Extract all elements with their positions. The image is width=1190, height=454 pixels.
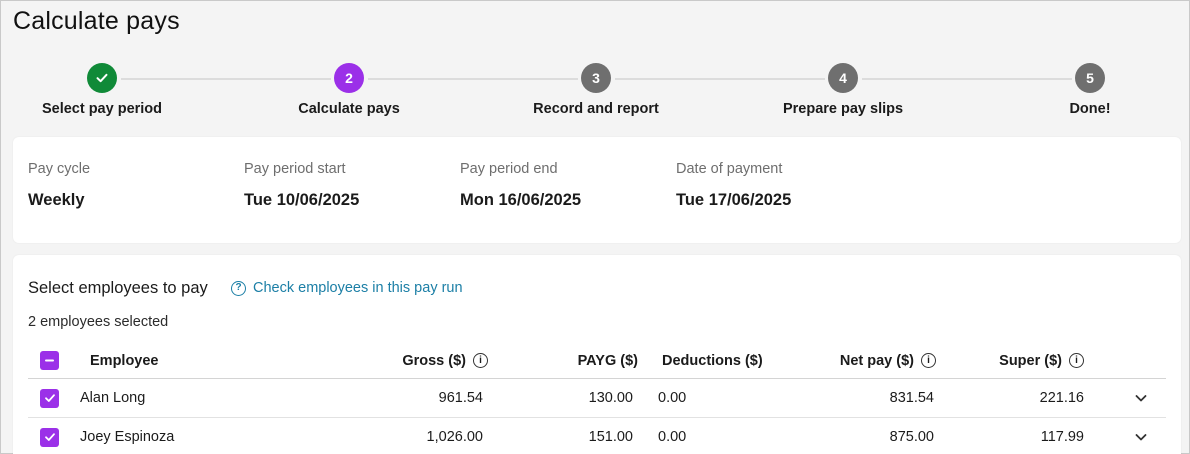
pay-period-end-value: Mon 16/06/2025 xyxy=(460,191,582,209)
employee-name: Alan Long xyxy=(80,390,146,406)
payg-value: 130.00 xyxy=(588,390,633,406)
super-value: 221.16 xyxy=(1039,390,1084,406)
info-icon[interactable]: i xyxy=(473,353,488,368)
step-number: 5 xyxy=(1075,63,1105,93)
expand-row-button[interactable] xyxy=(1134,379,1148,417)
step-label: Select pay period xyxy=(41,101,163,117)
check-icon xyxy=(96,73,108,83)
table-header-row: Employee Gross ($) i PAYG ($) Deductions… xyxy=(28,343,1166,379)
chevron-down-icon xyxy=(1135,434,1147,441)
step-number: 3 xyxy=(581,63,611,93)
step-complete-indicator xyxy=(87,63,117,93)
check-employees-link-text: Check employees in this pay run xyxy=(253,280,463,296)
pay-period-end: Pay period end Mon 16/06/2025 xyxy=(460,161,581,210)
deductions-value: 0.00 xyxy=(658,390,687,406)
gross-value: 961.54 xyxy=(438,390,483,406)
column-header-net-pay-label: Net pay ($) xyxy=(839,352,914,369)
column-header-gross-label: Gross ($) xyxy=(402,352,466,369)
pay-cycle-value: Weekly xyxy=(28,191,85,209)
deductions-value: 0.00 xyxy=(658,429,687,445)
employees-table: Employee Gross ($) i PAYG ($) Deductions… xyxy=(28,343,1166,454)
step-label: Record and report xyxy=(533,101,659,117)
chevron-down-icon xyxy=(1135,395,1147,402)
pay-period-start-label: Pay period start xyxy=(244,161,346,177)
pay-cycle-label: Pay cycle xyxy=(28,161,91,177)
column-header-employee[interactable]: Employee xyxy=(90,343,159,378)
employees-card: Select employees to pay ? Check employee… xyxy=(13,255,1181,454)
step-number: 2 xyxy=(334,63,364,93)
pay-period-card: Pay cycle Weekly Pay period start Tue 10… xyxy=(13,137,1181,243)
column-header-net-pay[interactable]: Net pay ($) i xyxy=(788,343,936,378)
date-of-payment-value: Tue 17/06/2025 xyxy=(676,191,792,209)
page-title: Calculate pays xyxy=(13,7,180,35)
step-label: Calculate pays xyxy=(298,101,400,117)
table-row[interactable]: Joey Espinoza 1,026.00 151.00 0.00 875.0… xyxy=(28,418,1166,454)
net-pay-value: 831.54 xyxy=(889,390,934,406)
net-pay-value: 875.00 xyxy=(889,429,934,445)
step-label: Prepare pay slips xyxy=(782,101,904,117)
select-all-checkbox[interactable] xyxy=(40,351,59,370)
pay-cycle: Pay cycle Weekly xyxy=(28,161,90,210)
employee-name: Joey Espinoza xyxy=(80,429,175,445)
expand-row-button[interactable] xyxy=(1134,418,1148,454)
column-header-super[interactable]: Super ($) i xyxy=(936,343,1084,378)
minus-icon xyxy=(45,359,54,362)
step-number: 4 xyxy=(828,63,858,93)
date-of-payment: Date of payment Tue 17/06/2025 xyxy=(676,161,791,210)
table-row[interactable]: Alan Long 961.54 130.00 0.00 831.54 221.… xyxy=(28,379,1166,418)
date-of-payment-label: Date of payment xyxy=(676,161,783,177)
pay-period-end-label: Pay period end xyxy=(460,161,558,177)
step-calculate-pays[interactable]: 2 Calculate pays xyxy=(249,63,449,117)
super-value: 117.99 xyxy=(1040,429,1084,445)
selected-count: 2 employees selected xyxy=(28,314,169,330)
check-icon xyxy=(44,433,55,441)
gross-value: 1,026.00 xyxy=(426,429,483,445)
step-select-pay-period[interactable]: Select pay period xyxy=(2,63,202,117)
row-select-cell xyxy=(40,379,59,417)
row-select-cell xyxy=(40,418,59,454)
column-header-payg[interactable]: PAYG ($) xyxy=(488,343,638,378)
row-checkbox[interactable] xyxy=(40,427,59,447)
column-header-deductions[interactable]: Deductions ($) xyxy=(662,343,763,378)
step-label: Done! xyxy=(1069,101,1111,117)
step-record-and-report[interactable]: 3 Record and report xyxy=(496,63,696,117)
info-icon[interactable]: i xyxy=(921,353,936,368)
section-heading: Select employees to pay xyxy=(28,279,208,297)
info-icon[interactable]: i xyxy=(1069,353,1084,368)
check-icon xyxy=(44,394,55,402)
row-checkbox[interactable] xyxy=(40,388,59,408)
select-all-cell xyxy=(40,343,60,378)
progress-stepper: Select pay period 2 Calculate pays 3 Rec… xyxy=(1,63,1190,123)
column-header-gross[interactable]: Gross ($) i xyxy=(328,343,488,378)
pay-period-start-value: Tue 10/06/2025 xyxy=(244,191,360,209)
question-circle-icon: ? xyxy=(231,280,246,296)
step-done[interactable]: 5 Done! xyxy=(990,63,1190,117)
payg-value: 151.00 xyxy=(588,429,633,445)
column-header-super-label: Super ($) xyxy=(999,352,1062,369)
pay-period-start: Pay period start Tue 10/06/2025 xyxy=(244,161,359,210)
check-employees-link[interactable]: ? Check employees in this pay run xyxy=(231,280,463,296)
step-prepare-pay-slips[interactable]: 4 Prepare pay slips xyxy=(743,63,943,117)
